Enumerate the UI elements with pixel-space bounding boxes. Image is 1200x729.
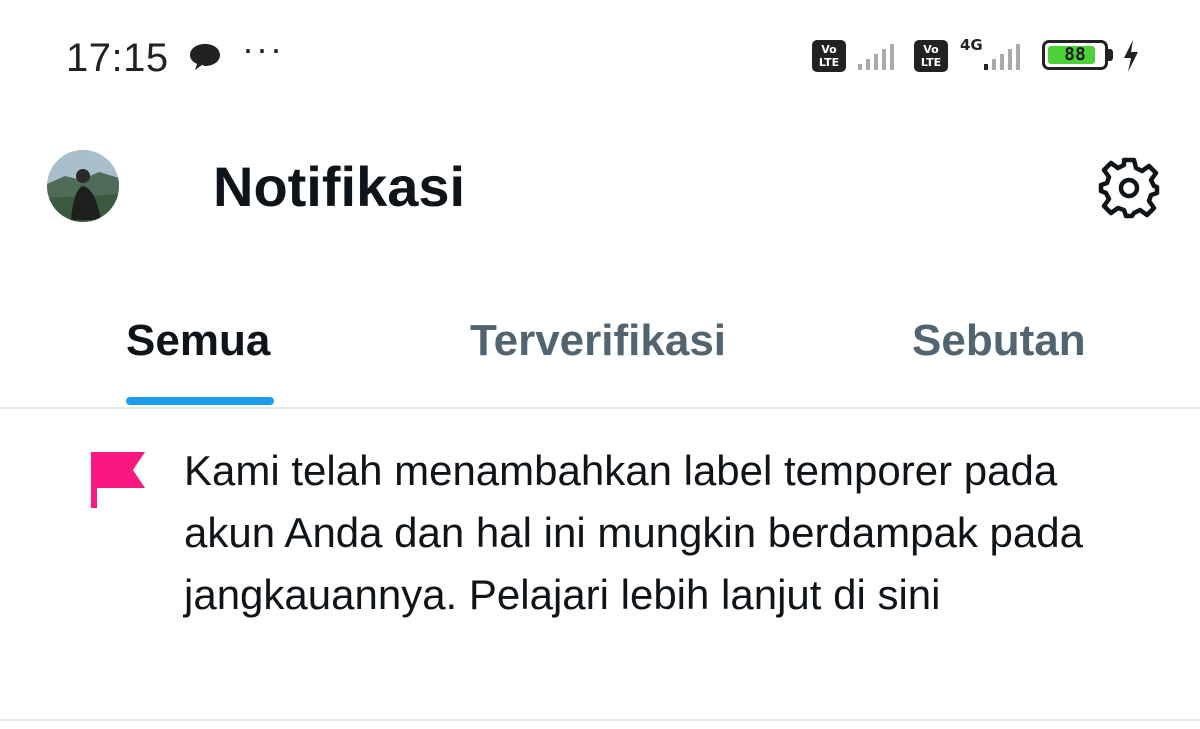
more-notifications-icon: ···	[242, 28, 284, 69]
avatar[interactable]	[47, 150, 119, 222]
tab-sebutan[interactable]: Sebutan	[912, 316, 1086, 366]
tab-semua[interactable]: Semua	[126, 316, 270, 366]
active-tab-indicator	[126, 397, 274, 405]
notification-divider	[0, 719, 1200, 721]
tab-terverifikasi[interactable]: Terverifikasi	[470, 316, 726, 366]
flag-icon	[91, 452, 145, 508]
status-bar: 17:15 ··· Vo LTE Vo LTE 4G 88	[0, 0, 1200, 110]
battery-cap	[1108, 49, 1113, 61]
page-title: Notifikasi	[213, 155, 466, 218]
notification-text: Kami telah menambahkan label temporer pa…	[184, 447, 1083, 618]
volte-icon: Vo LTE	[914, 40, 948, 72]
signal-strength-icon	[984, 44, 1020, 70]
battery-icon: 88	[1042, 40, 1108, 70]
status-time: 17:15	[66, 36, 169, 80]
volte-icon: Vo LTE	[812, 40, 846, 72]
profile-photo-icon	[47, 150, 119, 222]
network-type: 4G	[960, 36, 983, 54]
tabs-divider	[0, 407, 1200, 409]
battery-percent: 88	[1064, 44, 1086, 65]
chat-bubble-icon	[190, 44, 220, 70]
gear-icon[interactable]	[1096, 155, 1162, 221]
charging-icon	[1124, 40, 1138, 72]
signal-strength-icon	[858, 44, 894, 70]
tab-bar: Semua Terverifikasi Sebutan	[0, 280, 1200, 408]
